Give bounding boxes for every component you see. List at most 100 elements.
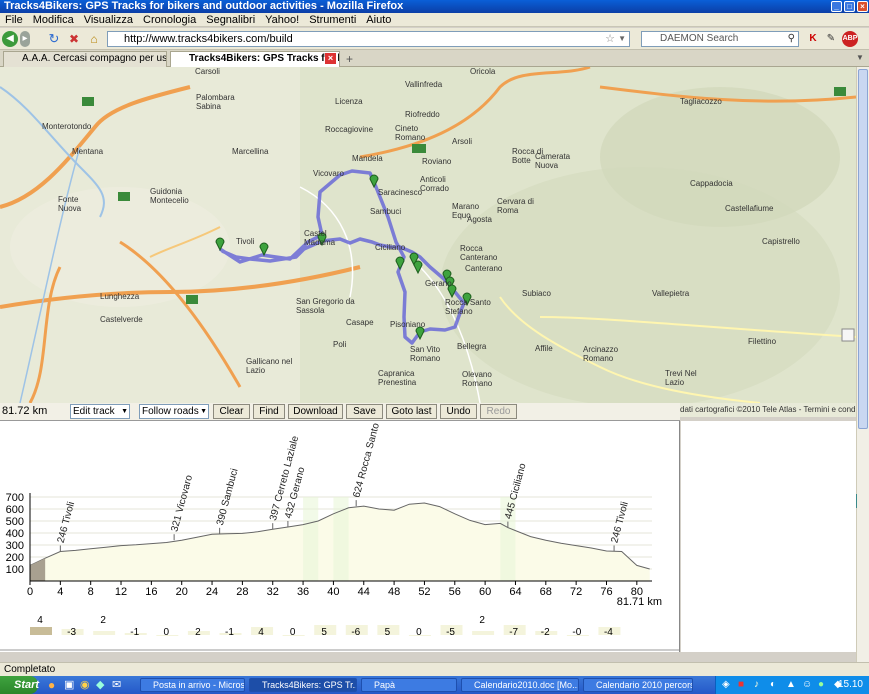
task-outlook[interactable]: Posta in arrivo - Microsof...	[140, 678, 245, 692]
map-label: Fonte Nuova	[58, 195, 82, 213]
track-toolbar: 81.72 km Edit track ▼ Follow roads ▼ Clear…	[0, 403, 680, 421]
x-tick-label: 12	[115, 586, 127, 598]
tray-network-icon[interactable]: ◈	[722, 679, 730, 690]
url-text: http://www.tracks4bikers.com/build	[124, 33, 293, 45]
gradient-label: 4	[258, 627, 264, 638]
tray-usb-icon[interactable]: ▲	[786, 679, 796, 690]
x-tick-label: 64	[509, 586, 521, 598]
routing-select[interactable]: Follow roads ▼	[139, 404, 209, 419]
clear-button[interactable]: Clear	[213, 404, 250, 419]
stop-icon[interactable]: ✖	[66, 31, 82, 47]
menu-file[interactable]: File	[0, 13, 28, 27]
task-calendario-percorsi[interactable]: Calendario 2010 percorsi...	[583, 678, 693, 692]
undo-button[interactable]: Undo	[440, 404, 477, 419]
close-window-icon[interactable]: ×	[857, 1, 868, 12]
elevation-profile[interactable]: 100 200 300 400 500 600 700 0 4 8 12 16 20 24 28 32 36 40…	[0, 421, 680, 652]
address-bar[interactable]: http://www.tracks4bikers.com/build ☆ ▼	[107, 31, 630, 47]
x-tick-label: 0	[27, 586, 33, 598]
map-label: Monterotondo	[42, 122, 92, 131]
forward-icon[interactable]: ▸	[20, 31, 30, 47]
menu-cronologia[interactable]: Cronologia	[138, 13, 201, 27]
explorer-quicklaunch-icon[interactable]: ◉	[80, 678, 90, 691]
task-papa[interactable]: Papà	[361, 678, 457, 692]
home-icon[interactable]: ⌂	[86, 31, 102, 47]
save-button[interactable]: Save	[346, 404, 383, 419]
profile-band	[333, 497, 349, 581]
tray-update-icon[interactable]: ●	[818, 679, 824, 690]
waypoint-label: 445 Ciciliano	[503, 462, 529, 521]
y-tick-label: 100	[6, 564, 24, 576]
tray-app-icon[interactable]: ◐	[770, 679, 776, 690]
waypoint-label: 246 Tivoli	[56, 501, 78, 545]
map-label: Vicovaro	[313, 169, 344, 178]
map-label: Licenza	[335, 97, 363, 106]
addon-k-icon[interactable]: K	[805, 31, 821, 47]
map-label: Camerata Nuova	[535, 152, 571, 170]
map-copyright[interactable]: dati cartografici ©2010 Tele Atlas - Ter…	[680, 403, 856, 417]
bookmark-star-icon[interactable]: ☆	[605, 32, 615, 46]
map-label: Rocca Canterano	[460, 244, 498, 262]
map-label: San Gregorio da Sassola	[296, 297, 355, 315]
chevron-down-icon[interactable]: ▼	[121, 405, 128, 418]
map-label: Tivoli	[236, 237, 255, 246]
download-button[interactable]: Download	[288, 404, 343, 419]
tab-list-icon[interactable]: ▼	[856, 53, 864, 62]
map-view[interactable]: Carsoli Oricola Vallinfreda Riofreddo Li…	[0, 67, 856, 403]
scrollbar-thumb[interactable]	[858, 69, 868, 429]
y-tick-label: 600	[6, 504, 24, 516]
x-tick-label: 24	[206, 586, 218, 598]
menu-aiuto[interactable]: Aiuto	[361, 13, 396, 27]
tray-antivirus-icon[interactable]: ■	[738, 679, 744, 690]
waypoint-label: 246 Tivoli	[609, 501, 631, 545]
app-quicklaunch-icon[interactable]: ◆	[96, 678, 104, 691]
menu-visualizza[interactable]: Visualizza	[79, 13, 138, 27]
map-label: Marcellina	[232, 147, 269, 156]
tray-messenger-icon[interactable]: ☺	[802, 679, 812, 690]
url-dropdown-icon[interactable]: ▼	[618, 32, 626, 46]
search-icon[interactable]: ⚲	[788, 32, 795, 46]
menu-yahoo[interactable]: Yahoo!	[260, 13, 304, 27]
new-tab-icon[interactable]: +	[346, 52, 353, 66]
page-scrollbar[interactable]	[843, 67, 869, 662]
tab-tracks4bikers[interactable]: Tracks4Bikers: GPS Tracks for bi... ×	[170, 51, 340, 67]
tray-volume-icon[interactable]: ♪	[754, 679, 759, 690]
mail-quicklaunch-icon[interactable]: ✉	[112, 678, 121, 691]
back-icon[interactable]: ◀	[2, 31, 18, 47]
y-tick-label: 700	[6, 492, 24, 504]
clock: 15.10	[837, 679, 863, 690]
map-label: Filettino	[748, 337, 777, 346]
task-firefox[interactable]: Tracks4Bikers: GPS Tr...	[249, 678, 357, 692]
map-label: Olevano Romano	[462, 370, 493, 388]
reload-icon[interactable]: ↻	[46, 31, 62, 47]
map-label: Capranica Prenestina	[378, 369, 417, 387]
desktop-quicklaunch-icon[interactable]: ▣	[64, 678, 74, 691]
map-label: San Vito Romano	[410, 345, 441, 363]
addon-tool-icon[interactable]: ✎	[823, 31, 839, 47]
minimize-icon[interactable]: _	[831, 1, 842, 12]
taskbar: Start ● ▣ ◉ ◆ ✉ Posta in arrivo - Micros…	[0, 676, 869, 694]
goto-last-button[interactable]: Goto last	[386, 404, 437, 419]
redo-button[interactable]: Redo	[480, 404, 517, 419]
menu-segnalibri[interactable]: Segnalibri	[201, 13, 260, 27]
gradient-label: -2	[541, 627, 550, 638]
task-calendario-doc[interactable]: Calendario2010.doc [Mo...	[461, 678, 579, 692]
gradient-label: -1	[225, 627, 234, 638]
x-tick-label: 32	[267, 586, 279, 598]
tab-forum[interactable]: A.A.A. Cercasi compagno per uscite zo...	[3, 51, 167, 67]
menu-modifica[interactable]: Modifica	[28, 13, 79, 27]
maximize-icon[interactable]: □	[844, 1, 855, 12]
gradient-bar	[472, 631, 495, 635]
firefox-quicklaunch-icon[interactable]: ●	[48, 678, 55, 692]
menu-strumenti[interactable]: Strumenti	[304, 13, 361, 27]
search-input[interactable]: DAEMON Search ⚲	[641, 31, 799, 47]
elevation-chart[interactable]: 1002003004005006007000 4 8 12 16 20 24 28 32 36 40…	[0, 421, 680, 652]
x-tick-label: 28	[236, 586, 248, 598]
x-tick-label: 72	[570, 586, 582, 598]
map-label: Gerano	[425, 279, 452, 288]
find-button[interactable]: Find	[253, 404, 285, 419]
close-tab-icon[interactable]: ×	[325, 53, 336, 64]
adblock-icon[interactable]: ABP	[842, 31, 858, 47]
chevron-down-icon[interactable]: ▼	[200, 405, 207, 418]
start-button[interactable]: Start	[0, 676, 39, 694]
mode-select[interactable]: Edit track ▼	[70, 404, 130, 419]
